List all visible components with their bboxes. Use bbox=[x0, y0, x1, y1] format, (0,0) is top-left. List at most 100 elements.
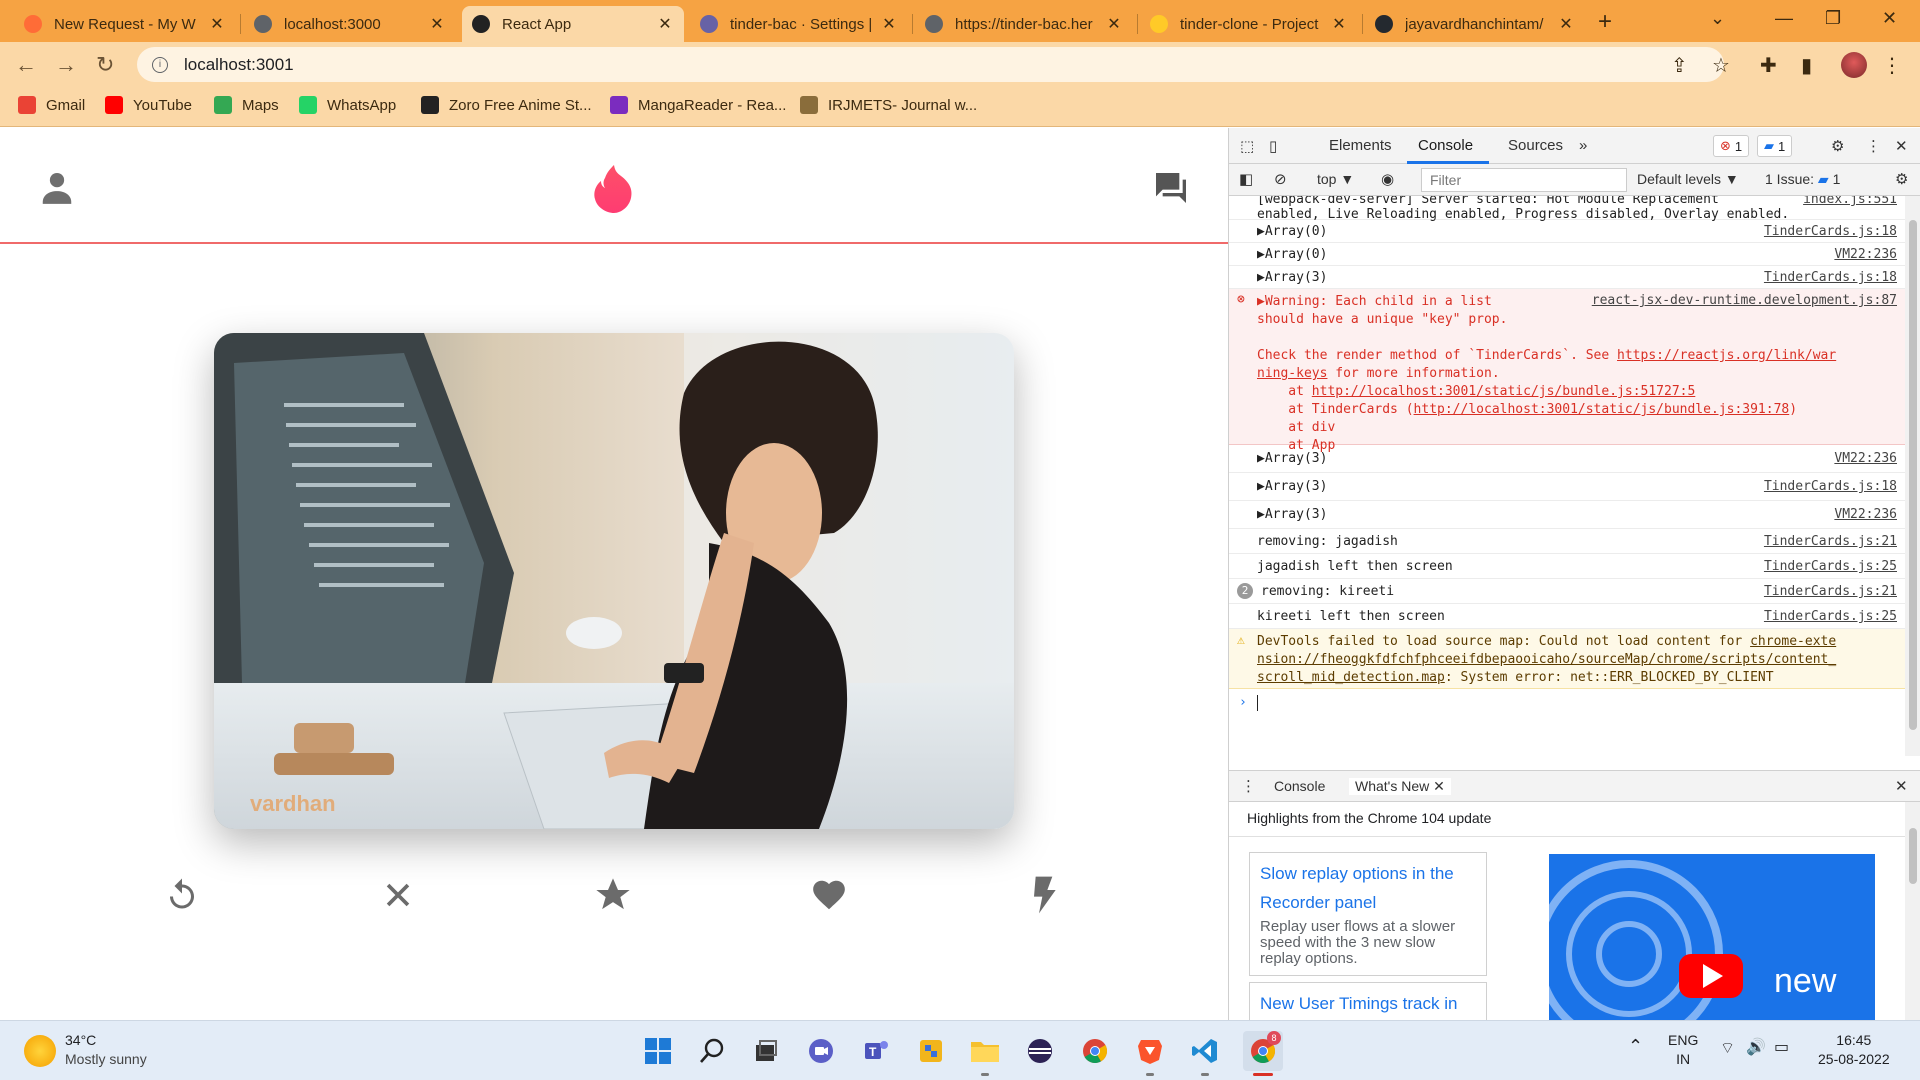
file-explorer-icon[interactable] bbox=[969, 1035, 1001, 1067]
drawer-menu-icon[interactable]: ⋮ bbox=[1241, 777, 1256, 795]
forward-arrow-icon[interactable]: → bbox=[55, 52, 77, 78]
stack-frame-link[interactable]: http://localhost:3001/static/js/bundle.j… bbox=[1414, 402, 1790, 417]
devtools-menu-icon[interactable]: ⋮ bbox=[1866, 137, 1881, 155]
console-scrollbar[interactable] bbox=[1905, 196, 1920, 756]
close-tab-icon[interactable]: ✕ bbox=[1433, 778, 1445, 794]
error-doc-link-cont[interactable]: ning-keys bbox=[1257, 366, 1327, 381]
whats-new-card-title[interactable]: New User Timings track in bbox=[1260, 989, 1476, 1018]
weather-sun-icon[interactable] bbox=[24, 1035, 56, 1067]
weather-desc[interactable]: Mostly sunny bbox=[65, 1051, 147, 1067]
tinder-flame-icon[interactable] bbox=[591, 164, 637, 217]
console-source-link[interactable]: TinderCards.js:18 bbox=[1764, 270, 1897, 285]
bookmark-item[interactable]: IRJMETS- Journal w... bbox=[800, 96, 977, 114]
whats-new-video-thumbnail[interactable]: new bbox=[1549, 854, 1875, 1020]
language-indicator[interactable]: ENG IN bbox=[1668, 1031, 1698, 1069]
share-icon[interactable]: ⇪ bbox=[1671, 53, 1688, 78]
star-icon[interactable] bbox=[591, 873, 635, 917]
browser-tab[interactable]: tinder-bac · Settings | ✕ bbox=[690, 6, 908, 42]
weather-temp[interactable]: 34°C bbox=[65, 1032, 96, 1048]
browser-tab[interactable]: https://tinder-bac.her ✕ bbox=[915, 6, 1133, 42]
tab-search-chevron-icon[interactable]: ⌄ bbox=[1710, 8, 1725, 29]
replay-icon[interactable] bbox=[160, 873, 204, 917]
start-windows-icon[interactable] bbox=[642, 1035, 674, 1067]
widgets-puzzle-icon[interactable] bbox=[915, 1035, 947, 1067]
close-tab-icon[interactable]: ✕ bbox=[1330, 14, 1348, 34]
close-window-button[interactable]: ✕ bbox=[1882, 8, 1897, 29]
console-message[interactable]: ▶Array(3) bbox=[1257, 479, 1327, 494]
console-error-row[interactable]: ⊗ ▶Warning: Each child in a list should … bbox=[1229, 289, 1905, 453]
close-icon[interactable] bbox=[376, 873, 420, 917]
close-tab-icon[interactable]: ✕ bbox=[656, 14, 674, 34]
tab-sources[interactable]: Sources bbox=[1508, 137, 1563, 154]
minimize-button[interactable]: — bbox=[1775, 8, 1793, 29]
chrome-icon[interactable] bbox=[1079, 1035, 1111, 1067]
console-row[interactable]: ▶Array(0) VM22:236 bbox=[1229, 243, 1905, 266]
console-message[interactable]: ▶Array(0) bbox=[1257, 224, 1327, 239]
battery-icon[interactable]: ▭ bbox=[1774, 1038, 1789, 1057]
close-tab-icon[interactable]: ✕ bbox=[208, 14, 226, 34]
console-source-link[interactable]: TinderCards.js:25 bbox=[1764, 609, 1897, 624]
console-message[interactable]: ▶Warning: Each child in a list should ha… bbox=[1257, 293, 1507, 329]
console-source-link[interactable]: VM22:236 bbox=[1834, 507, 1897, 522]
address-bar[interactable]: i localhost:3001 bbox=[137, 47, 1724, 82]
sidebar-toggle-icon[interactable]: ◧ bbox=[1239, 170, 1253, 188]
drawer-tab-whats-new[interactable]: What's New ✕ bbox=[1349, 778, 1451, 795]
person-icon[interactable] bbox=[38, 168, 76, 211]
live-expression-eye-icon[interactable]: ◉ bbox=[1381, 170, 1394, 188]
message-count-badge[interactable]: ▰ 1 bbox=[1757, 135, 1793, 157]
more-tabs-icon[interactable]: » bbox=[1579, 137, 1587, 154]
console-source-link[interactable]: TinderCards.js:21 bbox=[1764, 534, 1897, 549]
heart-icon[interactable] bbox=[807, 873, 851, 917]
browser-tab[interactable]: jayavardhanchintam/ ✕ bbox=[1365, 6, 1585, 42]
browser-tab[interactable]: New Request - My W ✕ bbox=[14, 6, 236, 42]
scrollbar-thumb[interactable] bbox=[1909, 220, 1917, 730]
eclipse-icon[interactable] bbox=[1024, 1035, 1056, 1067]
console-row[interactable]: ▶Array(3) VM22:236 bbox=[1229, 445, 1905, 473]
console-prompt-row[interactable]: › bbox=[1229, 689, 1905, 719]
drawer-tab-console[interactable]: Console bbox=[1274, 778, 1325, 794]
context-selector[interactable]: top ▼ bbox=[1317, 171, 1354, 187]
stack-frame-link[interactable]: http://localhost:3001/static/js/bundle.j… bbox=[1312, 384, 1696, 399]
browser-tab[interactable]: localhost:3000 ✕ bbox=[244, 6, 456, 42]
meet-video-icon[interactable] bbox=[805, 1035, 837, 1067]
settings-gear-icon[interactable]: ⚙ bbox=[1831, 137, 1844, 155]
error-count-badge[interactable]: ⊗ 1 bbox=[1713, 135, 1750, 157]
flash-icon[interactable] bbox=[1022, 873, 1066, 917]
clock[interactable]: 16:45 25-08-2022 bbox=[1818, 1031, 1890, 1069]
error-doc-link[interactable]: https://reactjs.org/link/war bbox=[1617, 348, 1836, 363]
close-tab-icon[interactable]: ✕ bbox=[1557, 14, 1575, 34]
volume-icon[interactable]: 🔊 bbox=[1746, 1038, 1766, 1057]
task-view-icon[interactable] bbox=[750, 1035, 782, 1067]
whats-new-scrollbar[interactable] bbox=[1905, 802, 1920, 1020]
browser-tab[interactable]: tinder-clone - Project ✕ bbox=[1140, 6, 1358, 42]
reload-icon[interactable]: ↻ bbox=[96, 52, 114, 78]
scrollbar-thumb[interactable] bbox=[1909, 828, 1917, 884]
whats-new-card[interactable]: New User Timings track in bbox=[1249, 982, 1487, 1020]
console-row[interactable]: ▶Array(3) VM22:236 bbox=[1229, 501, 1905, 529]
console-source-link[interactable]: TinderCards.js:18 bbox=[1764, 224, 1897, 239]
console-settings-gear-icon[interactable]: ⚙ bbox=[1895, 170, 1908, 188]
tab-console[interactable]: Console bbox=[1418, 137, 1473, 154]
console-source-link[interactable]: VM22:236 bbox=[1834, 451, 1897, 466]
console-filter-input[interactable]: Filter bbox=[1421, 168, 1627, 192]
console-row[interactable]: ▶Array(0) TinderCards.js:18 bbox=[1229, 220, 1905, 243]
console-source-link[interactable]: index.js:551 bbox=[1803, 196, 1897, 207]
restore-button[interactable]: ❐ bbox=[1825, 8, 1841, 29]
inspect-element-icon[interactable]: ⬚ bbox=[1240, 137, 1254, 155]
console-message[interactable]: ▶Array(3) bbox=[1257, 507, 1327, 522]
bookmark-item[interactable]: WhatsApp bbox=[299, 96, 396, 114]
site-info-icon[interactable]: i bbox=[152, 56, 168, 73]
profile-avatar[interactable] bbox=[1841, 52, 1867, 78]
extensions-puzzle-icon[interactable]: ✚ bbox=[1760, 53, 1777, 78]
console-row[interactable]: ▶Array(3) TinderCards.js:18 bbox=[1229, 266, 1905, 289]
console-source-link[interactable]: TinderCards.js:18 bbox=[1764, 479, 1897, 494]
vscode-icon[interactable] bbox=[1189, 1035, 1221, 1067]
console-source-link[interactable]: TinderCards.js:25 bbox=[1764, 559, 1897, 574]
show-hidden-icons-chevron-icon[interactable]: ⌃ bbox=[1628, 1037, 1643, 1056]
whats-new-card[interactable]: Slow replay options in the Recorder pane… bbox=[1249, 852, 1487, 976]
new-tab-button[interactable]: + bbox=[1598, 8, 1612, 36]
whats-new-card-title[interactable]: Slow replay options in the Recorder pane… bbox=[1260, 859, 1476, 917]
bookmark-item[interactable]: YouTube bbox=[105, 96, 192, 114]
url-text[interactable]: localhost:3001 bbox=[184, 55, 294, 75]
close-tab-icon[interactable]: ✕ bbox=[1105, 14, 1123, 34]
